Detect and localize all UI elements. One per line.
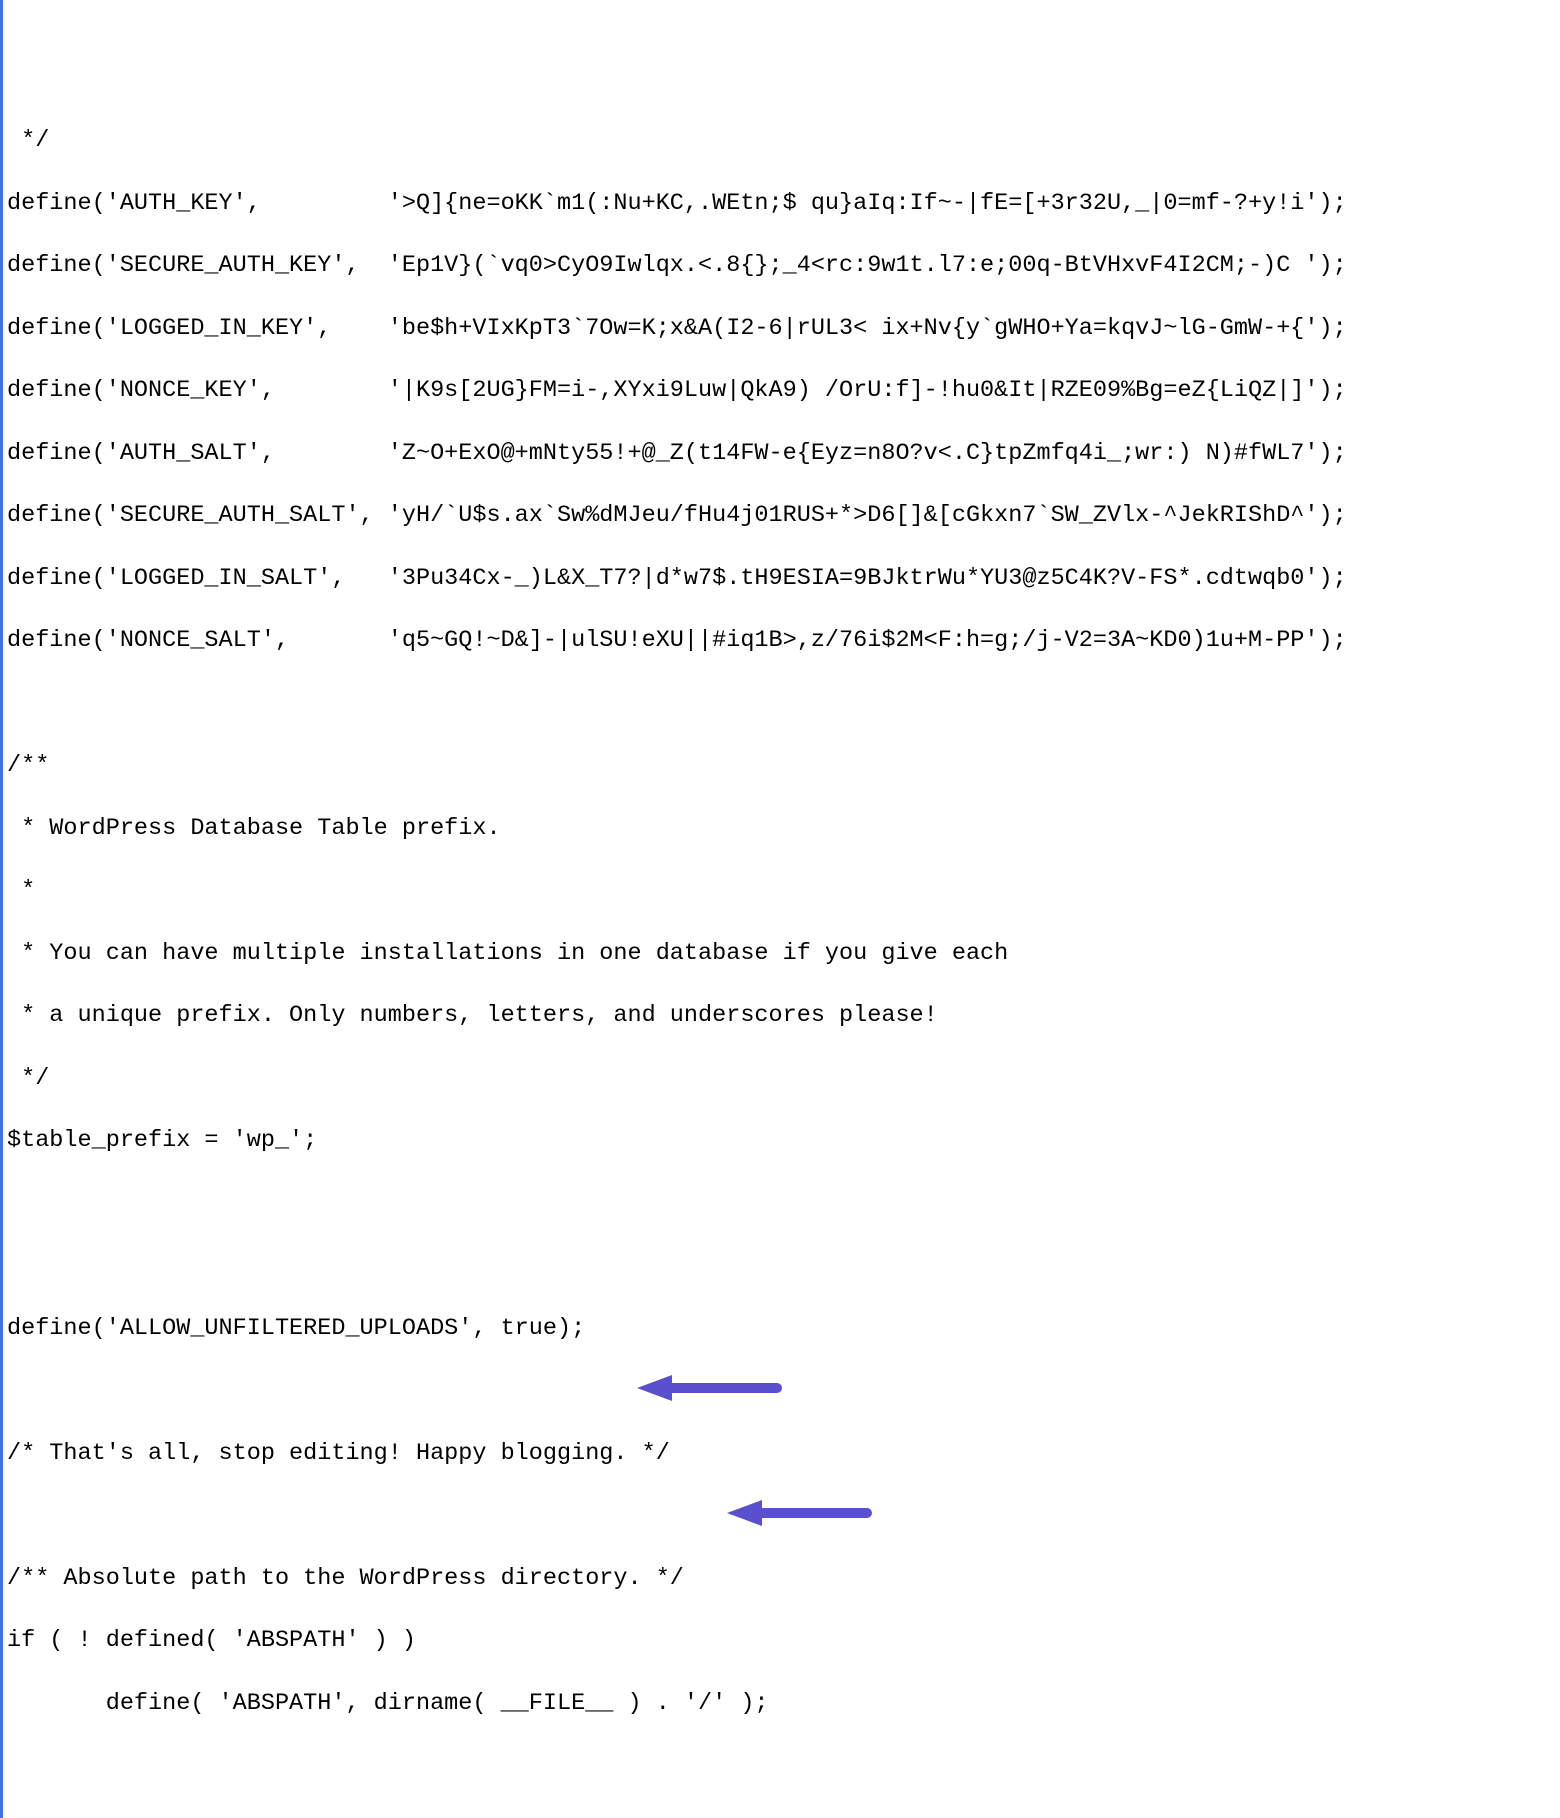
code-line-table-prefix: $table_prefix = 'wp_';: [7, 1125, 1560, 1156]
comment-open: /**: [7, 750, 1560, 781]
code-line-secure-auth-key: define('SECURE_AUTH_KEY', 'Ep1V}(`vq0>Cy…: [7, 250, 1560, 281]
comment-line: *: [7, 875, 1560, 906]
blank-line: [7, 688, 1560, 719]
code-line-auth-salt: define('AUTH_SALT', 'Z~O+ExO@+mNty55!+@_…: [7, 438, 1560, 469]
blank-line: [7, 1250, 1560, 1281]
code-text: /* That's all, stop editing! Happy blogg…: [7, 1440, 670, 1467]
blank-line: [7, 1375, 1560, 1406]
code-line-nonce-salt: define('NONCE_SALT', 'q5~GQ!~D&]-|ulSU!e…: [7, 625, 1560, 656]
comment-line: * a unique prefix. Only numbers, letters…: [7, 1000, 1560, 1031]
code-line-auth-key: define('AUTH_KEY', '>Q]{ne=oKK`m1(:Nu+KC…: [7, 188, 1560, 219]
code-line-if-not-defined: if ( ! defined( 'ABSPATH' ) ): [7, 1625, 1560, 1656]
code-line-define-abspath: define( 'ABSPATH', dirname( __FILE__ ) .…: [7, 1688, 1560, 1719]
code-line-logged-in-key: define('LOGGED_IN_KEY', 'be$h+VIxKpT3`7O…: [7, 313, 1560, 344]
code-line: */: [7, 125, 1560, 156]
code-line-stop-editing: /* That's all, stop editing! Happy blogg…: [7, 1438, 1560, 1469]
blank-line: [7, 1188, 1560, 1219]
arrow-left-icon: [632, 1311, 782, 1435]
code-line-logged-in-salt: define('LOGGED_IN_SALT', '3Pu34Cx-_)L&X_…: [7, 563, 1560, 594]
comment-line: * You can have multiple installations in…: [7, 938, 1560, 969]
code-text: define('ALLOW_UNFILTERED_UPLOADS', true)…: [7, 1315, 585, 1342]
arrow-left-icon: [722, 1436, 872, 1560]
comment-line: * WordPress Database Table prefix.: [7, 813, 1560, 844]
blank-line: [7, 1500, 1560, 1531]
comment-close: */: [7, 1063, 1560, 1094]
code-line-secure-auth-salt: define('SECURE_AUTH_SALT', 'yH/`U$s.ax`S…: [7, 500, 1560, 531]
code-line-abspath-comment: /** Absolute path to the WordPress direc…: [7, 1563, 1560, 1594]
code-line-nonce-key: define('NONCE_KEY', '|K9s[2UG}FM=i-,XYxi…: [7, 375, 1560, 406]
code-line-allow-unfiltered: define('ALLOW_UNFILTERED_UPLOADS', true)…: [7, 1313, 1560, 1344]
